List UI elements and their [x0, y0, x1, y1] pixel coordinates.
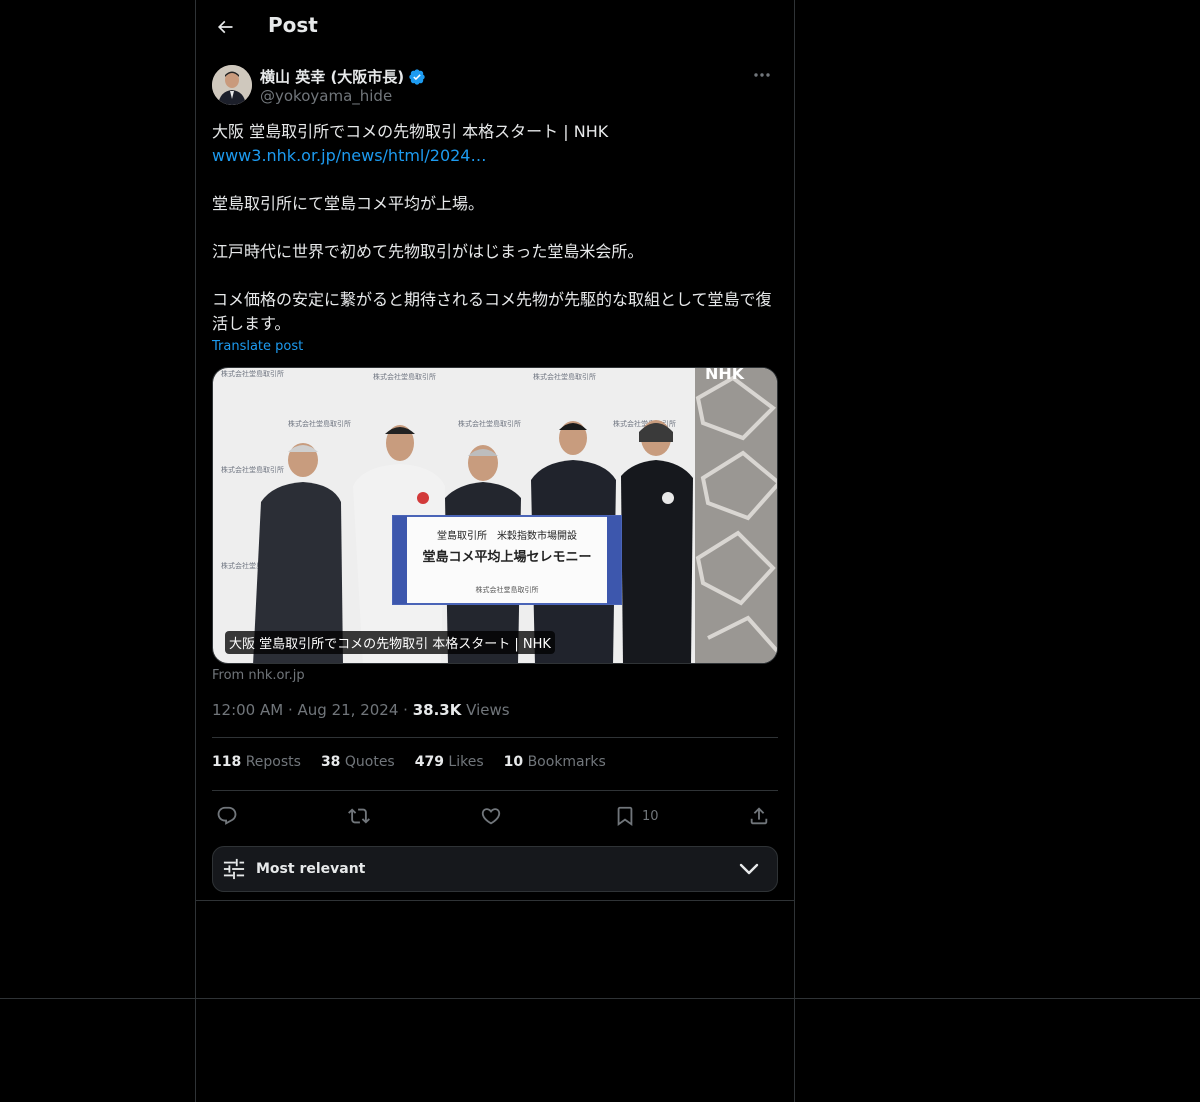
back-button[interactable]	[208, 10, 242, 44]
link-source[interactable]: From nhk.or.jp	[212, 668, 305, 683]
backdrop-text: 株式会社堂島取引所	[221, 369, 284, 378]
more-dots-icon	[754, 73, 770, 77]
post-time[interactable]: 12:00 AM	[212, 701, 283, 719]
share-button[interactable]	[748, 800, 770, 832]
bookmark-button[interactable]: 10	[614, 800, 659, 832]
sliders-icon	[223, 858, 245, 880]
banner-line-2: 堂島コメ平均上場セレモニー	[422, 549, 591, 565]
backdrop-text: 株式会社堂島取引所	[221, 465, 284, 474]
banner-footer: 株式会社堂島取引所	[476, 585, 539, 594]
backdrop-text: 株式会社堂島取引所	[458, 419, 521, 428]
author-name[interactable]: 横山 英幸 (大阪市長)	[260, 66, 426, 87]
views-count: 38.3K	[412, 701, 462, 719]
article-link[interactable]: www3.nhk.or.jp/news/html/2024…	[212, 146, 486, 165]
heart-icon	[481, 808, 501, 825]
post-body: 大阪 堂島取引所でコメの先物取引 本格スタート | NHK www3.nhk.o…	[212, 120, 778, 336]
ceremony-photo: 株式会社堂島取引所 株式会社堂島取引所 株式会社堂島取引所 株式会社堂島取引所 …	[213, 368, 777, 663]
more-options-button[interactable]	[746, 64, 778, 86]
bookmarks-stat[interactable]: 10 Bookmarks	[504, 754, 606, 770]
primary-column: Post 横山 英幸 (大阪市長) @yokoyama_hide 大阪 堂島取引…	[195, 0, 795, 1102]
backdrop-text: 株式会社堂島取引所	[533, 372, 596, 381]
quotes-stat[interactable]: 38 Quotes	[321, 754, 395, 770]
reply-button[interactable]	[216, 800, 238, 832]
engagement-stats: 118 Reposts 38 Quotes 479 Likes 10 Bookm…	[212, 754, 606, 770]
post-date[interactable]: Aug 21, 2024	[298, 701, 399, 719]
author-name-text: 横山 英幸 (大阪市長)	[260, 68, 405, 86]
post-text-line: 大阪 堂島取引所でコメの先物取引 本格スタート | NHK	[212, 122, 609, 141]
likes-stat[interactable]: 479 Likes	[415, 754, 484, 770]
post-text-line: コメ価格の安定に繋がると期待されるコメ先物が先駆的な取組として堂島で復活します。	[212, 290, 772, 333]
avatar[interactable]	[212, 65, 252, 105]
column-divider	[196, 900, 794, 901]
post-author: 横山 英幸 (大阪市長) @yokoyama_hide	[212, 64, 778, 108]
repost-button[interactable]	[348, 800, 370, 832]
back-arrow-icon	[217, 20, 233, 34]
backdrop-text: 株式会社堂島取引所	[373, 372, 436, 381]
author-handle[interactable]: @yokoyama_hide	[260, 87, 392, 105]
verified-badge-icon	[409, 68, 425, 85]
post-text-line: 堂島取引所にて堂島コメ平均が上場。	[212, 194, 485, 213]
link-card-media[interactable]: 株式会社堂島取引所 株式会社堂島取引所 株式会社堂島取引所 株式会社堂島取引所 …	[212, 367, 778, 664]
backdrop-text: 株式会社堂島取引所	[288, 419, 351, 428]
repost-icon	[348, 808, 370, 824]
reply-sort-dropdown[interactable]: Most relevant	[212, 846, 778, 892]
post-meta: 12:00 AM · Aug 21, 2024 · 38.3K Views	[212, 701, 510, 719]
action-bar: 10	[212, 800, 778, 832]
chevron-down-icon	[739, 863, 759, 875]
reply-icon	[217, 806, 237, 825]
bookmark-count: 10	[642, 808, 659, 824]
post-text-line: 江戸時代に世界で初めて先物取引がはじまった堂島米会所。	[212, 242, 644, 261]
share-icon	[750, 807, 768, 825]
post-header: Post	[196, 0, 794, 53]
banner-line-1: 堂島取引所 米穀指数市場開設	[437, 529, 577, 542]
divider	[212, 790, 778, 791]
page-title: Post	[268, 13, 318, 37]
like-button[interactable]	[480, 800, 502, 832]
translate-post-link[interactable]: Translate post	[212, 339, 303, 354]
nhk-logo: NHK	[705, 368, 745, 383]
bookmark-icon	[617, 806, 633, 827]
media-caption: 大阪 堂島取引所でコメの先物取引 本格スタート | NHK	[225, 631, 555, 654]
views-label: Views	[466, 701, 510, 719]
sort-label: Most relevant	[256, 861, 366, 877]
reposts-stat[interactable]: 118 Reposts	[212, 754, 301, 770]
divider	[212, 737, 778, 738]
